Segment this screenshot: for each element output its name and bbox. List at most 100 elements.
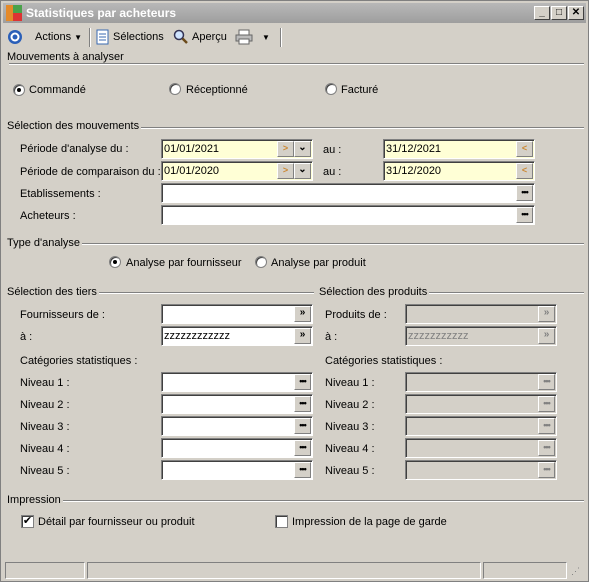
radio-commande[interactable] bbox=[13, 84, 25, 96]
produits-niveau-3-label: Niveau 3 : bbox=[325, 421, 375, 433]
tiers-niveau-4-label: Niveau 4 : bbox=[20, 443, 70, 455]
window: Statistiques par acheteurs _ □ ✕ Actions… bbox=[0, 0, 589, 582]
close-button[interactable]: ✕ bbox=[568, 6, 584, 20]
print-button[interactable]: ▼ bbox=[235, 28, 270, 46]
radio-facture[interactable] bbox=[325, 83, 337, 95]
etablissements-field[interactable] bbox=[161, 183, 535, 203]
selections-button[interactable]: Sélections bbox=[96, 28, 164, 46]
calendar-prev-icon[interactable]: < bbox=[516, 141, 533, 157]
calendar-next-icon[interactable]: > bbox=[277, 141, 294, 157]
divider bbox=[9, 63, 584, 65]
selection-mouvements-legend: Sélection des mouvements bbox=[7, 120, 142, 132]
resize-grip-icon[interactable]: ⋰ bbox=[571, 566, 580, 577]
acheteurs-field[interactable] bbox=[161, 205, 535, 225]
toolbar-separator bbox=[89, 28, 91, 47]
chevron-down-icon[interactable]: ⌄ bbox=[294, 163, 311, 179]
fournisseurs-de-field[interactable] bbox=[161, 304, 313, 324]
divider bbox=[9, 243, 584, 245]
radio-analyse-produit[interactable] bbox=[255, 256, 267, 268]
ellipsis-icon: ••• bbox=[538, 462, 555, 478]
radio-analyse-fournisseur-label: Analyse par fournisseur bbox=[126, 257, 242, 269]
ellipsis-icon[interactable]: ••• bbox=[294, 462, 311, 478]
ellipsis-icon[interactable]: ••• bbox=[294, 374, 311, 390]
produits-niveau-1-label: Niveau 1 : bbox=[325, 377, 375, 389]
app-icon bbox=[6, 5, 22, 21]
page-garde-checkbox[interactable] bbox=[275, 515, 288, 528]
periode-analyse-au-field[interactable]: 31/12/2021 bbox=[383, 139, 535, 159]
detail-checkbox[interactable]: ✔ bbox=[21, 515, 34, 528]
tiers-legend: Sélection des tiers bbox=[7, 286, 99, 298]
tiers-niveau-5-label: Niveau 5 : bbox=[20, 465, 70, 477]
radio-receptionne[interactable] bbox=[169, 83, 181, 95]
print-dropdown-icon[interactable]: ▼ bbox=[262, 33, 270, 42]
tiers-niveau-2-field[interactable] bbox=[161, 394, 313, 414]
magnifier-icon bbox=[173, 29, 188, 44]
produits-a-field: zzzzzzzzzzz bbox=[405, 326, 557, 346]
tiers-niveau-4-field[interactable] bbox=[161, 438, 313, 458]
radio-analyse-fournisseur[interactable] bbox=[109, 256, 121, 268]
au-label: au : bbox=[323, 144, 342, 156]
apercu-button[interactable]: Aperçu bbox=[173, 28, 227, 46]
ellipsis-icon: ••• bbox=[538, 440, 555, 456]
ellipsis-icon[interactable]: ••• bbox=[294, 418, 311, 434]
produits-niveau-2-field bbox=[405, 394, 557, 414]
title-bar[interactable]: Statistiques par acheteurs _ □ ✕ bbox=[3, 3, 586, 23]
maximize-button[interactable]: □ bbox=[551, 6, 567, 20]
document-icon bbox=[96, 29, 109, 45]
double-chevron-down-icon[interactable]: » bbox=[294, 328, 311, 344]
double-chevron-down-icon[interactable]: » bbox=[294, 306, 311, 322]
target-icon[interactable] bbox=[7, 28, 23, 46]
produits-niveau-4-label: Niveau 4 : bbox=[325, 443, 375, 455]
tiers-niveau-3-field[interactable] bbox=[161, 416, 313, 436]
ellipsis-icon[interactable]: ••• bbox=[516, 207, 533, 223]
produits-categories-label: Catégories statistiques : bbox=[325, 355, 443, 367]
radio-analyse-produit-label: Analyse par produit bbox=[271, 257, 366, 269]
periode-analyse-label: Période d'analyse du : bbox=[20, 143, 129, 155]
ellipsis-icon[interactable]: ••• bbox=[294, 440, 311, 456]
actions-menu[interactable]: Actions ▼ bbox=[35, 28, 82, 46]
detail-checkbox-label: Détail par fournisseur ou produit bbox=[38, 516, 195, 528]
type-analyse-legend: Type d'analyse bbox=[7, 237, 83, 249]
radio-receptionne-label: Réceptionné bbox=[186, 84, 248, 96]
actions-label: Actions bbox=[35, 31, 72, 43]
toolbar-separator bbox=[280, 28, 282, 47]
selections-label: Sélections bbox=[113, 31, 164, 43]
calendar-prev-icon[interactable]: < bbox=[516, 163, 533, 179]
chevron-down-icon[interactable]: ⌄ bbox=[294, 141, 311, 157]
etablissements-label: Etablissements : bbox=[20, 188, 101, 200]
calendar-next-icon[interactable]: > bbox=[277, 163, 294, 179]
printer-icon bbox=[235, 29, 253, 45]
produits-de-field bbox=[405, 304, 557, 324]
status-panel bbox=[5, 562, 85, 579]
tiers-niveau-1-label: Niveau 1 : bbox=[20, 377, 70, 389]
window-title: Statistiques par acheteurs bbox=[26, 6, 177, 20]
tiers-niveau-5-field[interactable] bbox=[161, 460, 313, 480]
tiers-niveau-3-label: Niveau 3 : bbox=[20, 421, 70, 433]
produits-niveau-3-field bbox=[405, 416, 557, 436]
impression-legend: Impression bbox=[7, 494, 63, 506]
ellipsis-icon: ••• bbox=[538, 374, 555, 390]
minimize-button[interactable]: _ bbox=[534, 6, 550, 20]
page-garde-checkbox-label: Impression de la page de garde bbox=[292, 516, 447, 528]
produits-niveau-4-field bbox=[405, 438, 557, 458]
fournisseurs-a-field[interactable]: zzzzzzzzzzzz bbox=[161, 326, 313, 346]
produits-niveau-2-label: Niveau 2 : bbox=[325, 399, 375, 411]
caret-down-icon: ▼ bbox=[74, 32, 82, 42]
radio-commande-label: Commandé bbox=[29, 84, 86, 96]
apercu-label: Aperçu bbox=[192, 31, 227, 43]
produits-de-label: Produits de : bbox=[325, 309, 387, 321]
ellipsis-icon[interactable]: ••• bbox=[516, 185, 533, 201]
ellipsis-icon: ••• bbox=[538, 396, 555, 412]
tiers-niveau-2-label: Niveau 2 : bbox=[20, 399, 70, 411]
periode-comparaison-label: Période de comparaison du : bbox=[20, 166, 161, 178]
au-label: au : bbox=[323, 166, 342, 178]
produits-a-label: à : bbox=[325, 331, 338, 343]
status-panel bbox=[483, 562, 567, 579]
status-bar: ⋰ bbox=[3, 560, 586, 580]
periode-comparaison-au-field[interactable]: 31/12/2020 bbox=[383, 161, 535, 181]
mouvements-legend: Mouvements à analyser bbox=[7, 51, 126, 63]
ellipsis-icon[interactable]: ••• bbox=[294, 396, 311, 412]
double-chevron-down-icon: » bbox=[538, 306, 555, 322]
produits-niveau-1-field bbox=[405, 372, 557, 392]
tiers-niveau-1-field[interactable] bbox=[161, 372, 313, 392]
